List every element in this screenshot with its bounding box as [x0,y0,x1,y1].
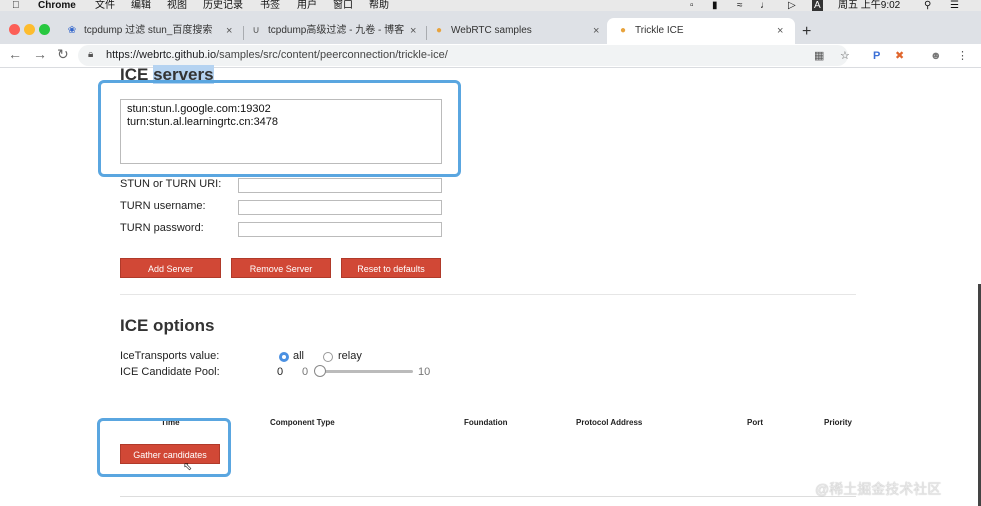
tab-title: Trickle ICE [635,25,684,36]
tab-title: tcpdump 过滤 stun_百度搜索 [84,25,213,36]
reload-icon[interactable]: ↻ [57,46,69,63]
tab-separator [243,26,244,40]
candidate-pool-slider-thumb[interactable] [314,365,326,377]
watermark-text: @稀土掘金技术社区 [815,481,942,497]
col-foundation: Foundation [464,418,508,427]
stun-turn-uri-input[interactable] [238,178,442,193]
tab-title: WebRTC samples [451,25,532,36]
close-tab-icon[interactable]: × [777,18,783,44]
extension-p-icon[interactable]: P [873,49,880,63]
bookmark-star-icon[interactable]: ☆ [840,49,850,63]
volume-icon[interactable]: ♩ [760,0,770,11]
bluetooth-icon[interactable]: ▷ [788,0,796,11]
turn-username-input[interactable] [238,200,442,215]
menu-edit[interactable]: 编辑 [131,0,151,11]
apple-icon[interactable]:  [12,0,20,11]
tab-trickle-ice[interactable]: ● Trickle ICE × [607,18,795,44]
window-zoom-icon[interactable] [39,24,50,35]
menu-window[interactable]: 窗口 [333,0,353,11]
tab-strip: ❀ tcpdump 过滤 stun_百度搜索 × ∪ tcpdump高级过滤 -… [0,11,981,44]
close-tab-icon[interactable]: × [593,18,599,44]
transport-relay-radio[interactable] [323,352,333,362]
battery-icon[interactable]: ▮ [712,0,718,11]
window-minimize-icon[interactable] [24,24,35,35]
section-divider [120,294,856,295]
col-port: Port [747,418,763,427]
ice-candidate-pool-label: ICE Candidate Pool: [120,366,220,378]
menu-history[interactable]: 历史记录 [203,0,243,11]
menu-help[interactable]: 帮助 [369,0,389,11]
notification-center-icon[interactable]: ☰ [950,0,959,11]
input-method-icon[interactable]: A [812,0,823,11]
bottom-divider [120,496,856,497]
forward-arrow-icon[interactable]: → [33,46,47,62]
new-tab-button[interactable]: + [802,23,811,41]
reset-to-defaults-button[interactable]: Reset to defaults [341,258,441,278]
window-close-icon[interactable] [9,24,20,35]
turn-password-label: TURN password: [120,222,204,234]
turn-password-input[interactable] [238,222,442,237]
extension-shield-icon[interactable]: ✖ [895,49,904,63]
gather-candidates-button[interactable]: Gather candidates [120,444,220,464]
close-tab-icon[interactable]: × [226,18,232,44]
mouse-cursor-icon: ⬁ [183,461,193,473]
turn-username-label: TURN username: [120,200,206,212]
back-arrow-icon[interactable]: ← [8,46,22,62]
transport-all-label: all [293,350,305,362]
translate-icon[interactable]: ▦ [814,49,824,63]
webrtc-favicon-icon: ● [619,25,627,36]
col-priority: Priority [824,418,853,427]
baidu-paw-icon: ❀ [67,25,77,36]
menu-bookmarks[interactable]: 书签 [260,0,280,11]
url-text[interactable]: https://webrtc.github.io/samples/src/con… [106,45,448,66]
ice-options-heading: ICE options [120,316,215,335]
blog-favicon-icon: ∪ [252,25,260,36]
wifi-icon[interactable]: ≈ [737,0,743,11]
url-host: https://webrtc.github.io [106,49,217,61]
tab-title: tcpdump高级过滤 - 九卷 - 博客 [268,25,405,36]
webrtc-favicon-icon: ● [435,25,443,36]
remove-server-button[interactable]: Remove Server [231,258,331,278]
lock-icon[interactable]: 🔒︎ [88,49,93,60]
tab-baidu-search[interactable]: ❀ tcpdump 过滤 stun_百度搜索 × [66,18,238,44]
ice-transports-label: IceTransports value: [120,350,220,362]
col-component-type: Component Type [270,418,335,427]
tab-separator [426,26,427,40]
slider-max-label: 10 [418,366,431,378]
tab-webrtc-samples[interactable]: ● WebRTC samples × [433,18,605,44]
chrome-menu-icon[interactable]: ⋮ [957,49,968,63]
page-content: ICE servers stun:stun.l.google.com:19302… [0,65,981,506]
transport-all-radio[interactable] [279,352,289,362]
pool-value-text: 0 [277,366,284,378]
tab-blog[interactable]: ∪ tcpdump高级过滤 - 九卷 - 博客 × [250,18,422,44]
address-bar[interactable]: 🔒︎ https://webrtc.github.io/samples/src/… [78,45,848,66]
profile-avatar-icon[interactable]: ☻ [930,49,942,63]
slider-min-label: 0 [302,366,309,378]
menu-view[interactable]: 视图 [167,0,187,11]
candidate-pool-slider-track[interactable] [320,370,413,373]
servers-highlight-box [98,80,461,177]
close-tab-icon[interactable]: × [410,18,416,44]
app-menu-chrome[interactable]: Chrome [38,0,76,11]
menu-people[interactable]: 用户 [297,0,317,11]
macos-menu-bar:  Chrome 文件 编辑 视图 历史记录 书签 用户 窗口 帮助 ▫ ▮ ≈… [0,0,981,11]
col-protocol-address: Protocol Address [576,418,643,427]
menu-file[interactable]: 文件 [95,0,115,11]
menu-clock[interactable]: 周五 上午9:02 [838,0,900,11]
transport-relay-label: relay [338,350,362,362]
url-path: /samples/src/content/peerconnection/tric… [216,49,448,61]
stun-turn-uri-label: STUN or TURN URI: [120,178,222,190]
spotlight-search-icon[interactable]: ⚲ [924,0,931,11]
add-server-button[interactable]: Add Server [120,258,221,278]
status-icon-1[interactable]: ▫ [690,0,694,11]
